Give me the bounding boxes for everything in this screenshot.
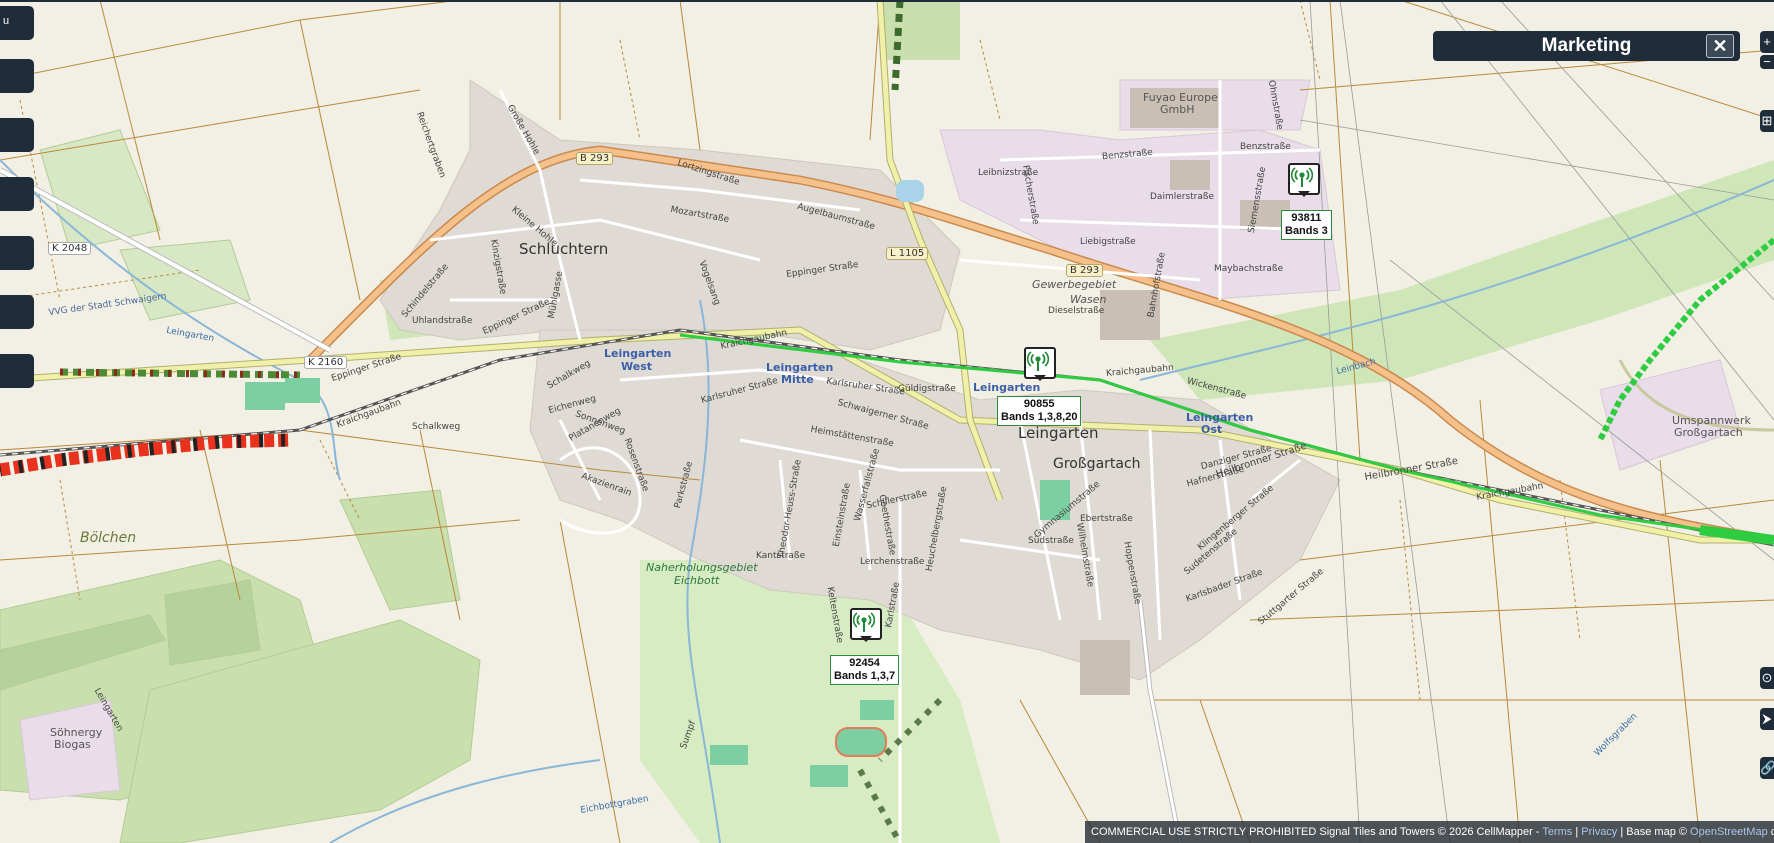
tower-bands: Bands 1,3,7	[834, 670, 896, 682]
town-label-leingarten: Leingarten	[1018, 424, 1099, 442]
road-shield-k2048: K 2048	[48, 242, 92, 255]
station-label-main: Leingarten	[973, 381, 1041, 394]
station-label-west-2: West	[621, 360, 653, 373]
area-label-wasen: Wasen	[1070, 293, 1107, 306]
street-label: Maybachstraße	[1214, 264, 1284, 274]
street-label: Güldigstraße	[898, 384, 956, 394]
terms-link[interactable]: Terms	[1542, 826, 1572, 838]
cell-tower-marker[interactable]	[1024, 347, 1056, 381]
attribution-bar: COMMERCIAL USE STRICTLY PROHIBITED Signa…	[1085, 821, 1774, 843]
road-shield-b293: B 293	[1066, 264, 1104, 277]
area-label-umspannwerk-2: Großgartach	[1674, 426, 1743, 439]
area-label-fuyao-2: GmbH	[1160, 103, 1195, 116]
station-label-west-1: Leingarten	[604, 347, 672, 360]
street-label: Uhlandstraße	[412, 316, 473, 326]
street-label: Dieselstraße	[1048, 306, 1105, 316]
antenna-icon	[1291, 167, 1313, 187]
left-control-button[interactable]	[0, 295, 34, 329]
village-label-schluchtern: Schluchtern	[519, 240, 609, 258]
top-border	[0, 0, 1774, 2]
panel-title: Marketing	[1541, 35, 1632, 56]
tower-id: 90855	[1023, 398, 1055, 410]
marketing-panel: Marketing ✕	[1433, 31, 1740, 61]
street-label: Ebertstraße	[1080, 514, 1133, 524]
area-label-naherholung-1: Naherholungsgebiet	[646, 561, 758, 574]
tower-info-label[interactable]: 90855 Bands 1,3,8,20	[997, 396, 1082, 426]
privacy-link[interactable]: Privacy	[1581, 826, 1617, 838]
zoom-out-button[interactable]: −	[1760, 55, 1774, 69]
street-label: Benzstraße	[1240, 142, 1291, 152]
left-control-button[interactable]	[0, 177, 34, 211]
tower-id: 92454	[849, 657, 880, 669]
left-control-button[interactable]	[0, 354, 34, 388]
locate-button[interactable]: ⊙	[1760, 667, 1774, 689]
left-control-button[interactable]	[0, 59, 34, 93]
road-shield-k2160: K 2160	[304, 356, 348, 369]
cell-tower-marker[interactable]	[850, 608, 882, 642]
station-label-mitte-2: Mitte	[781, 373, 814, 386]
left-control-button[interactable]	[0, 236, 34, 270]
navigate-button[interactable]: ⮞	[1760, 708, 1774, 730]
area-label-gewerbegebiet: Gewerbegebiet	[1032, 278, 1117, 291]
tower-info-label[interactable]: 92454 Bands 1,3,7	[830, 655, 900, 685]
street-label: Lerchenstraße	[860, 557, 925, 567]
close-icon[interactable]: ✕	[1706, 34, 1734, 58]
street-label: Schalkweg	[412, 422, 461, 432]
attribution-notice: COMMERCIAL USE STRICTLY PROHIBITED Signa…	[1091, 826, 1543, 838]
layers-button[interactable]: ⊞	[1760, 110, 1774, 132]
area-label-naherholung-2: Eichbott	[674, 574, 720, 587]
street-label: Südstraße	[1028, 536, 1074, 546]
street-label: Liebigstraße	[1080, 237, 1136, 247]
tower-bands: Bands 3	[1285, 225, 1328, 237]
road-shield-b293: B 293	[576, 152, 614, 165]
antenna-icon	[853, 612, 875, 632]
street-label: Daimlerstraße	[1150, 192, 1215, 202]
tower-id: 93811	[1291, 212, 1322, 224]
road-shield-l1105: L 1105	[886, 247, 929, 260]
area-label-sohnergy-2: Biogas	[54, 738, 91, 751]
station-label-ost-2: Ost	[1201, 423, 1223, 436]
share-link-button[interactable]: 🔗	[1760, 757, 1774, 779]
cell-tower-marker[interactable]	[1288, 163, 1320, 197]
area-label-bolchen: Bölchen	[80, 530, 137, 546]
openstreetmap-link[interactable]: OpenStreetMap	[1690, 826, 1768, 838]
zoom-in-button[interactable]: +	[1760, 31, 1774, 53]
tower-info-label[interactable]: 93811 Bands 3	[1281, 210, 1332, 240]
tower-bands: Bands 1,3,8,20	[1001, 411, 1078, 423]
village-label-grossgartach: Großgartach	[1053, 456, 1141, 472]
left-control-button[interactable]: u	[0, 6, 34, 40]
left-control-button[interactable]	[0, 118, 34, 152]
antenna-icon	[1027, 351, 1049, 371]
